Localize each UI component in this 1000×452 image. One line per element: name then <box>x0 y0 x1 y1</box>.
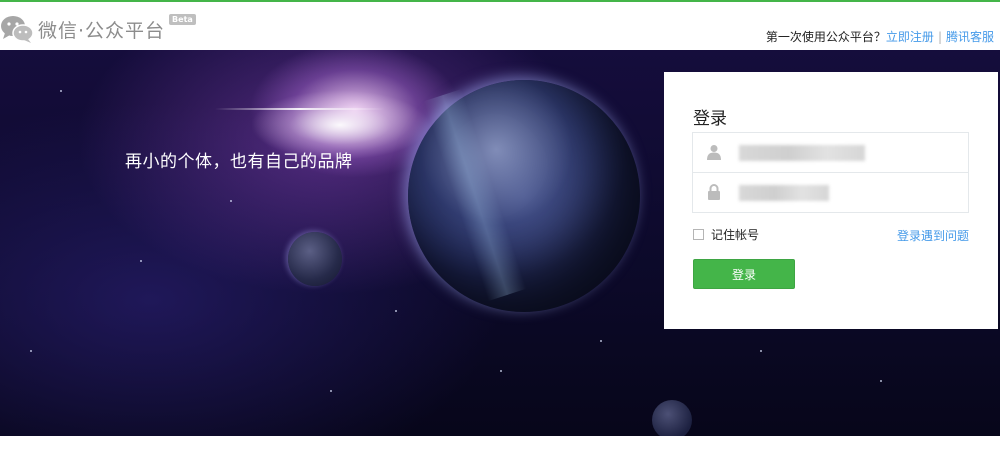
support-link[interactable]: 腾讯客服 <box>946 30 994 44</box>
star <box>395 310 397 312</box>
header-links: 第一次使用公众平台？立即注册 | 腾讯客服 <box>766 28 994 45</box>
footer-strip <box>0 436 1000 452</box>
hero-banner: 再小的个体，也有自己的品牌 登录 记住帐号 登录遇到问题 登录 <box>0 50 1000 436</box>
star <box>140 260 142 262</box>
star <box>880 380 882 382</box>
star <box>60 90 62 92</box>
register-link[interactable]: 立即注册 <box>886 30 934 44</box>
username-field[interactable] <box>692 132 969 173</box>
link-separator: | <box>937 30 942 44</box>
small-planet-image <box>288 232 342 286</box>
star <box>760 350 762 352</box>
login-title: 登录 <box>693 109 727 129</box>
star <box>500 370 502 372</box>
logo[interactable]: 微信·公众平台 Beta <box>0 12 196 46</box>
star <box>600 340 602 342</box>
star <box>30 350 32 352</box>
first-time-prompt: 第一次使用公众平台？ <box>765 30 886 44</box>
remember-account[interactable]: 记住帐号 <box>693 226 759 243</box>
beta-badge: Beta <box>169 14 196 25</box>
wechat-logo-icon <box>1 16 34 43</box>
remember-checkbox[interactable] <box>693 229 704 240</box>
tiny-planet-image <box>652 400 692 436</box>
star <box>330 390 332 392</box>
light-streak <box>215 108 385 110</box>
remember-label: 记住帐号 <box>711 228 760 242</box>
login-panel: 登录 记住帐号 登录遇到问题 登录 <box>664 72 998 329</box>
top-navbar: 微信·公众平台 Beta 第一次使用公众平台？立即注册 | 腾讯客服 <box>0 0 1000 50</box>
slogan: 再小的个体，也有自己的品牌 <box>125 152 353 172</box>
logo-text: 微信·公众平台 <box>38 19 166 42</box>
login-button[interactable]: 登录 <box>693 259 795 289</box>
password-field[interactable] <box>692 172 969 213</box>
login-problem-link[interactable]: 登录遇到问题 <box>897 227 969 244</box>
star <box>230 200 232 202</box>
